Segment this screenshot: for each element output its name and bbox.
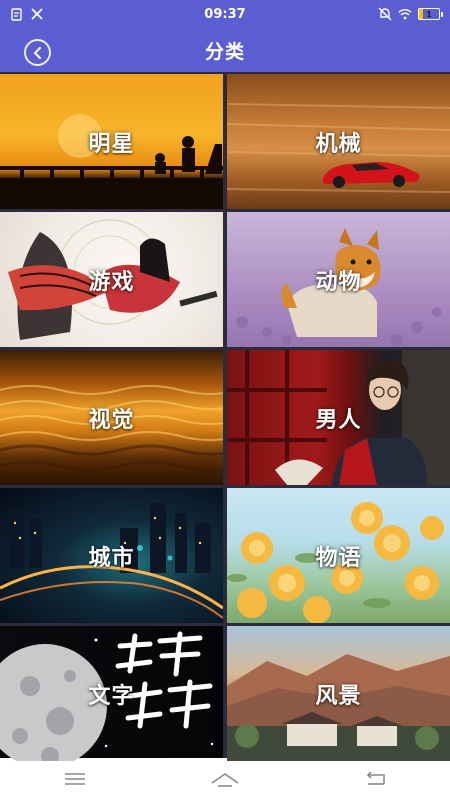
category-tile-star[interactable]: 明星 xyxy=(0,74,223,209)
category-label: 视觉 xyxy=(88,407,135,433)
category-tile-game[interactable]: 游戏 xyxy=(0,212,223,347)
category-tile-scenery[interactable]: 风景 xyxy=(227,626,450,761)
status-left-icons xyxy=(10,7,44,21)
category-label: 男人 xyxy=(315,407,362,433)
home-icon xyxy=(210,771,240,787)
nav-home-button[interactable] xyxy=(195,763,255,795)
app-screen: 09:37 1 分类 明星 机械 游戏 动物 视觉 男人 城市 物语 文字 风景 xyxy=(0,0,450,800)
category-tile-machinery[interactable]: 机械 xyxy=(227,74,450,209)
category-grid: 明星 机械 游戏 动物 视觉 男人 城市 物语 文字 风景 xyxy=(0,72,450,761)
category-label: 动物 xyxy=(315,269,362,295)
category-tile-text[interactable]: 文字 xyxy=(0,626,223,761)
category-tile-man[interactable]: 男人 xyxy=(227,350,450,485)
menu-icon xyxy=(64,772,86,786)
status-bar: 09:37 1 xyxy=(0,0,450,28)
status-right-icons: 1 xyxy=(378,7,443,21)
back-icon xyxy=(364,772,386,786)
nav-back-button[interactable] xyxy=(345,763,405,795)
category-label: 物语 xyxy=(315,545,362,571)
app-bar: 分类 xyxy=(0,28,450,72)
battery-icon: 1 xyxy=(418,8,443,20)
category-tile-vision[interactable]: 视觉 xyxy=(0,350,223,485)
category-label: 游戏 xyxy=(88,269,135,295)
category-label: 文字 xyxy=(88,683,135,709)
tools-icon xyxy=(30,7,44,21)
category-tile-animal[interactable]: 动物 xyxy=(227,212,450,347)
battery-level: 1 xyxy=(426,9,432,19)
category-label: 城市 xyxy=(88,545,135,571)
back-arrow-icon xyxy=(32,46,44,59)
nav-menu-button[interactable] xyxy=(45,763,105,795)
category-tile-story[interactable]: 物语 xyxy=(227,488,450,623)
page-title: 分类 xyxy=(204,40,245,63)
category-label: 明星 xyxy=(88,131,135,157)
status-time: 09:37 xyxy=(204,6,246,22)
system-nav-bar xyxy=(0,758,450,800)
category-label: 机械 xyxy=(315,131,362,157)
notification-file-icon xyxy=(10,7,24,21)
back-button[interactable] xyxy=(24,39,51,66)
mute-bell-icon xyxy=(378,7,392,21)
category-label: 风景 xyxy=(315,683,362,709)
wifi-icon xyxy=(398,7,412,21)
category-tile-city[interactable]: 城市 xyxy=(0,488,223,623)
